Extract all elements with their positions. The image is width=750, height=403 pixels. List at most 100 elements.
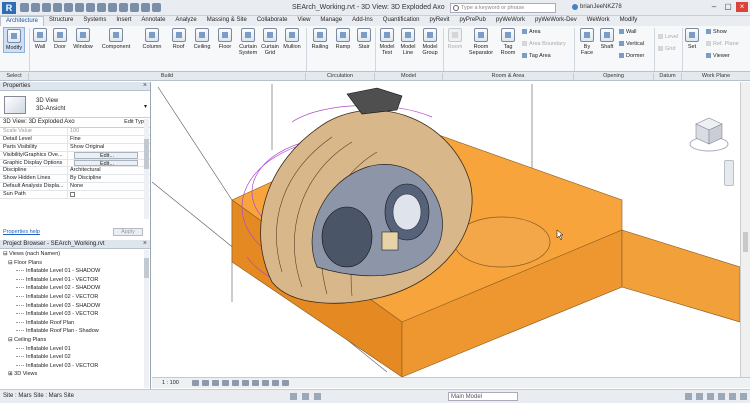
window-button[interactable]: Window xyxy=(71,28,95,50)
drag-elements-icon[interactable] xyxy=(729,393,736,400)
railing-button[interactable]: Railing xyxy=(309,28,331,50)
select-pinned-icon[interactable] xyxy=(707,393,714,400)
property-row[interactable]: Sun Path xyxy=(0,191,150,200)
set-workplane-button[interactable]: Set xyxy=(685,28,699,50)
property-row[interactable]: Graphic Display Options Edit... xyxy=(0,159,150,168)
group-room-area[interactable]: Room & Area xyxy=(443,73,574,80)
filter-icon[interactable] xyxy=(740,393,747,400)
nav-bar[interactable] xyxy=(724,160,734,186)
floor-button[interactable]: Floor xyxy=(216,28,234,50)
text-icon[interactable] xyxy=(108,3,117,12)
undo-icon[interactable] xyxy=(53,3,62,12)
close-hidden-icon[interactable] xyxy=(152,3,161,12)
active-workset-select[interactable]: Main Model xyxy=(448,392,518,401)
modify-button[interactable]: Modify xyxy=(3,27,25,53)
group-select[interactable]: Select xyxy=(0,73,29,80)
chevron-down-icon[interactable]: ▾ xyxy=(144,103,147,110)
tab-modify[interactable]: Modify xyxy=(615,16,643,26)
tab-pywework[interactable]: pyWeWork xyxy=(491,16,530,26)
model-text-button[interactable]: Model Text xyxy=(378,28,396,56)
show-workplane-button[interactable]: Show xyxy=(706,29,727,35)
grid-button[interactable]: Grid xyxy=(658,46,675,52)
level-button[interactable]: Level xyxy=(658,34,678,40)
room-separator-button[interactable]: Room Separator xyxy=(467,28,495,56)
tab-manage[interactable]: Manage xyxy=(315,16,347,26)
wall-button[interactable]: Wall xyxy=(32,28,48,50)
tree-item-view[interactable]: Inflatable Level 01 - SHADOW xyxy=(0,267,150,276)
viewcube[interactable] xyxy=(688,112,730,154)
tag-area-button[interactable]: Tag Area xyxy=(522,53,551,59)
section-icon[interactable] xyxy=(130,3,139,12)
select-underlay-icon[interactable] xyxy=(696,393,703,400)
tab-architecture[interactable]: Architecture xyxy=(0,16,45,26)
tab-insert[interactable]: Insert xyxy=(111,16,136,26)
user-account[interactable]: brianJeeNKZ78 xyxy=(572,4,622,10)
viewport-scrollbar[interactable] xyxy=(740,82,750,377)
close-icon[interactable]: × xyxy=(143,82,147,89)
tree-item-view[interactable]: Inflatable Level 03 - SHADOW xyxy=(0,302,150,311)
dormer-button[interactable]: Dormer xyxy=(619,53,644,59)
apply-button[interactable]: Apply xyxy=(113,228,143,236)
tree-item-ceiling-plans[interactable]: ⊟ Ceiling Plans xyxy=(0,336,150,345)
minimize-icon[interactable]: – xyxy=(708,2,720,12)
design-options-icon[interactable] xyxy=(314,393,321,400)
tree-item-floor-plans[interactable]: ⊟ Floor Plans xyxy=(0,259,150,268)
select-links-icon[interactable] xyxy=(685,393,692,400)
dimension-icon[interactable] xyxy=(97,3,106,12)
tree-item-view[interactable]: Inflatable Level 02 - SHADOW xyxy=(0,284,150,293)
property-row[interactable]: Default Analysis Displa... None xyxy=(0,183,150,192)
render-icon[interactable] xyxy=(232,380,239,386)
tab-collaborate[interactable]: Collaborate xyxy=(252,16,293,26)
tree-item-view[interactable]: Inflatable Level 01 xyxy=(0,345,150,354)
edit-graphic-display-button[interactable]: Edit... xyxy=(74,159,138,167)
ceiling-button[interactable]: Ceiling xyxy=(191,28,213,50)
tree-item-view[interactable]: Inflatable Level 02 xyxy=(0,353,150,362)
model-group-button[interactable]: Model Group xyxy=(420,28,440,56)
open-icon[interactable] xyxy=(20,3,29,12)
tree-item-view[interactable]: Inflatable Roof Plan xyxy=(0,319,150,328)
thin-lines-icon[interactable] xyxy=(141,3,150,12)
property-row[interactable]: Visibility/Graphics Ove... Edit... xyxy=(0,151,150,160)
tree-item-view[interactable]: Inflatable Level 02 - VECTOR xyxy=(0,293,150,302)
tab-analyze[interactable]: Analyze xyxy=(170,16,201,26)
property-row[interactable]: Parts Visibility Show Original xyxy=(0,143,150,152)
tree-item-3d-views[interactable]: ⊞ 3D Views xyxy=(0,370,150,379)
tab-structure[interactable]: Structure xyxy=(44,16,78,26)
room-button[interactable]: Room xyxy=(446,28,464,50)
browser-scrollbar[interactable] xyxy=(144,250,149,388)
close-icon[interactable]: × xyxy=(143,240,147,247)
tab-wework[interactable]: WeWork xyxy=(582,16,615,26)
print-icon[interactable] xyxy=(75,3,84,12)
tab-quantification[interactable]: Quantification xyxy=(378,16,425,26)
editing-requests-icon[interactable] xyxy=(302,393,309,400)
edit-visibility-button[interactable]: Edit... xyxy=(74,151,138,159)
stair-button[interactable]: Stair xyxy=(356,28,372,50)
3d-viewport[interactable] xyxy=(152,82,740,377)
area-button[interactable]: Area xyxy=(522,29,541,35)
tree-item-view[interactable]: Inflatable Level 03 - VECTOR xyxy=(0,310,150,319)
sun-path-icon[interactable] xyxy=(212,380,219,386)
3d-view-icon[interactable] xyxy=(119,3,128,12)
model-line-button[interactable]: Model Line xyxy=(399,28,417,56)
maximize-icon[interactable]: ▢ xyxy=(722,2,734,12)
curtain-grid-button[interactable]: Curtain Grid xyxy=(261,28,279,56)
tab-add-ins[interactable]: Add-Ins xyxy=(347,16,378,26)
measure-icon[interactable] xyxy=(86,3,95,12)
component-button[interactable]: Component xyxy=(99,28,133,50)
tab-pyrevit[interactable]: pyRevit xyxy=(424,16,454,26)
tree-item-view[interactable]: Inflatable Level 03 - VECTOR xyxy=(0,362,150,371)
area-boundary-button[interactable]: Area Boundary xyxy=(522,41,566,47)
wall-opening-button[interactable]: Wall xyxy=(619,29,637,35)
show-crop-icon[interactable] xyxy=(262,380,269,386)
by-face-button[interactable]: By Face xyxy=(578,28,596,56)
roof-button[interactable]: Roof xyxy=(170,28,187,50)
visual-style-icon[interactable] xyxy=(202,380,209,386)
tab-massing-site[interactable]: Massing & Site xyxy=(202,16,252,26)
shadows-icon[interactable] xyxy=(222,380,229,386)
view-scale[interactable]: 1 : 100 xyxy=(162,380,179,386)
select-by-face-icon[interactable] xyxy=(718,393,725,400)
tab-view[interactable]: View xyxy=(293,16,316,26)
properties-help-link[interactable]: Properties help xyxy=(3,229,40,235)
tab-pyprepub[interactable]: pyPrePub xyxy=(455,16,491,26)
sun-path-checkbox[interactable] xyxy=(70,192,75,198)
